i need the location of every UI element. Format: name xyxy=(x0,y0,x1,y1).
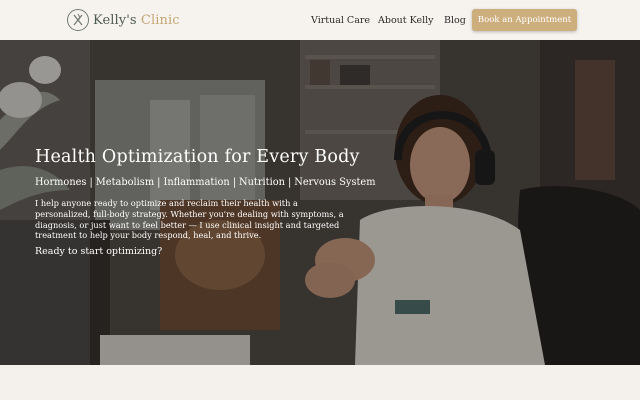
site-header: Kelly's Clinic Virtual Care About Kelly … xyxy=(0,0,640,40)
topic-separator: | xyxy=(157,177,161,188)
nav-item-about-kelly[interactable]: About Kelly xyxy=(378,0,434,40)
brand-name: Kelly's Clinic xyxy=(93,13,180,28)
brand-name-primary: Kelly's xyxy=(93,12,137,28)
topic-separator: | xyxy=(89,177,93,188)
topic-separator: | xyxy=(232,177,237,188)
topic-nutrition: Nutrition xyxy=(239,177,285,188)
nav-item-blog[interactable]: Blog xyxy=(444,0,466,40)
nav-link-about-kelly[interactable]: About Kelly xyxy=(378,15,434,26)
hero-cta-text: Ready to start optimizing? xyxy=(35,246,163,257)
topic-hormones: Hormones xyxy=(35,177,87,188)
hero-topics: Hormones | Metabolism | Inflammation | Nutriti… xyxy=(35,177,376,188)
topic-nervous-system: Nervous System xyxy=(294,177,376,188)
brand-name-accent: Clinic xyxy=(140,12,180,28)
nav-link-blog[interactable]: Blog xyxy=(444,15,466,26)
nav-link-virtual-care[interactable]: Virtual Care xyxy=(311,15,370,26)
hero-title: Health Optimization for Every Body xyxy=(35,147,360,167)
hero-description: I help anyone ready to optimize and recl… xyxy=(35,198,344,241)
topic-metabolism: Metabolism xyxy=(95,177,155,188)
topic-separator: | xyxy=(287,177,292,188)
book-appointment-button[interactable]: Book an Appointment xyxy=(472,9,577,31)
nav-item-virtual-care[interactable]: Virtual Care xyxy=(311,0,370,40)
brand-logo[interactable]: Kelly's Clinic xyxy=(67,9,180,31)
topic-inflammation: Inflammation xyxy=(163,177,230,188)
below-hero-area xyxy=(0,365,640,400)
logo-monogram-icon xyxy=(67,9,89,31)
